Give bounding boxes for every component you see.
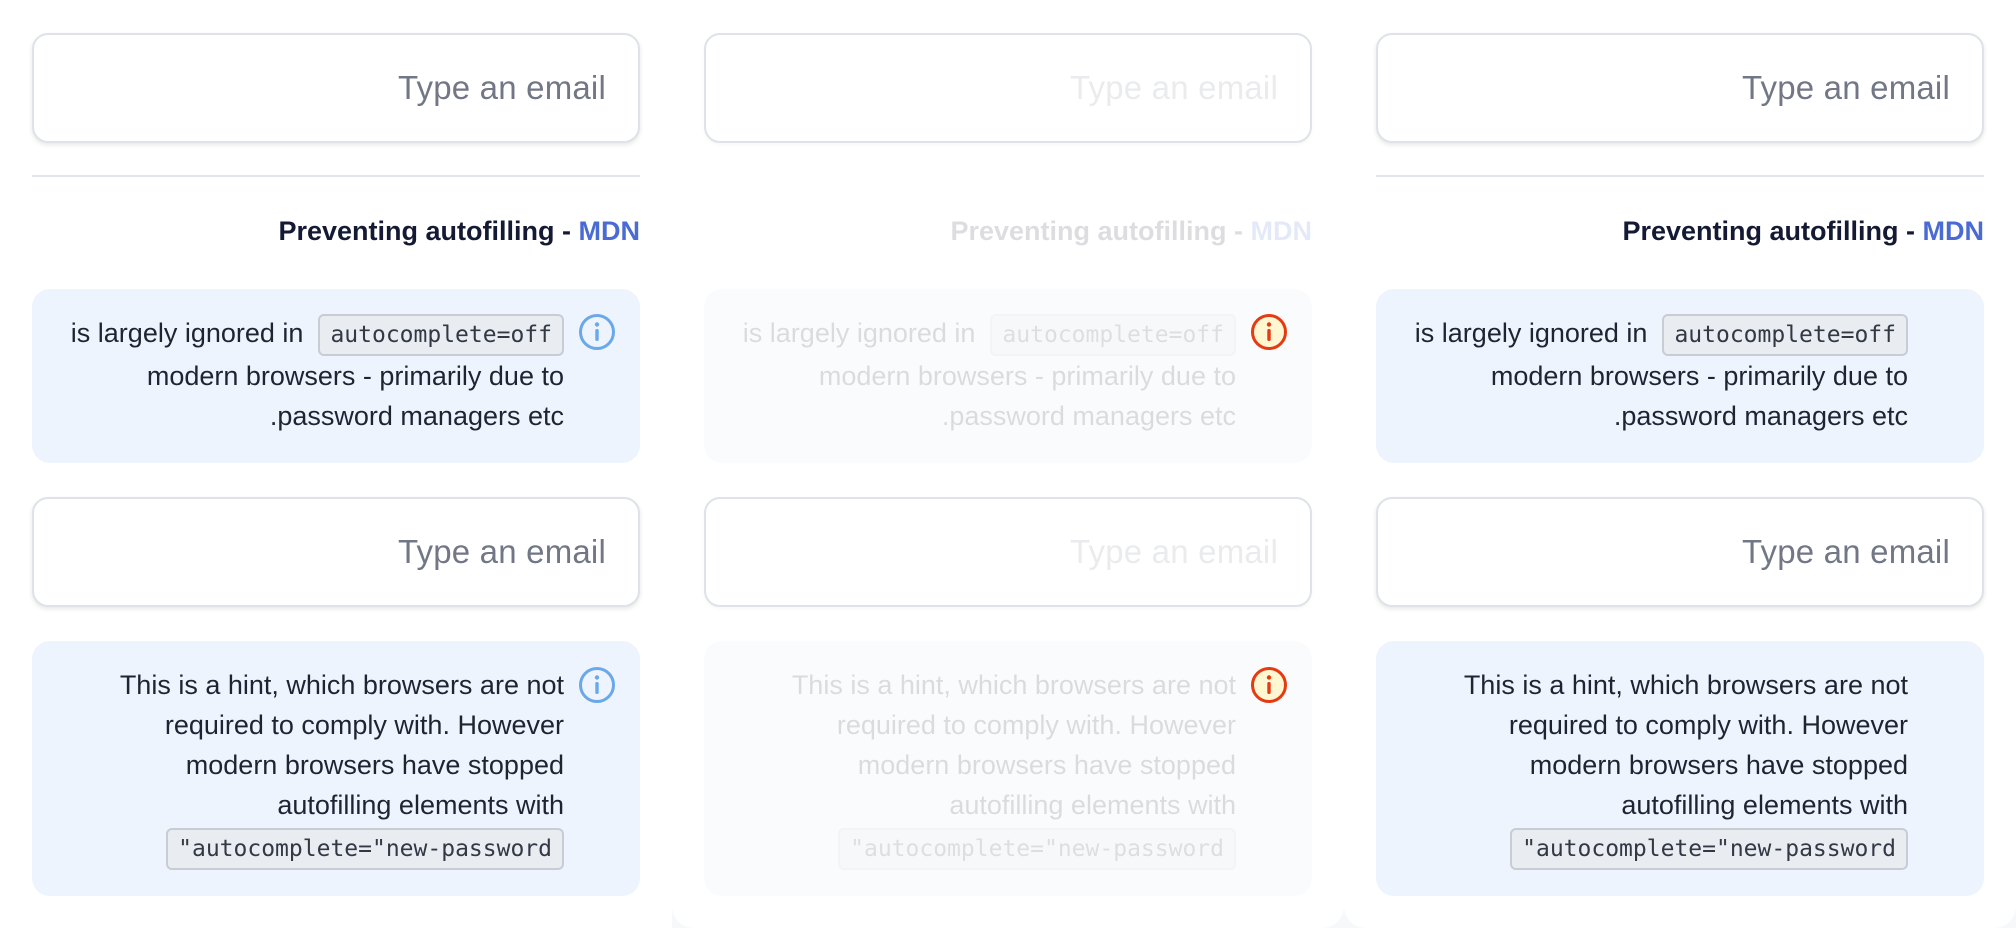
hint-box-new-password: This is a hint, which browsers are not r… xyxy=(1376,641,1984,896)
email-placeholder: Type an email xyxy=(1069,533,1278,570)
hint-box-autocomplete-off: is largely ignored in autocomplete=off m… xyxy=(1376,289,1984,463)
heading-title: Preventing autofilling xyxy=(278,216,555,246)
email-input[interactable]: Type an email xyxy=(32,497,640,607)
code-autocomplete-off: autocomplete=off xyxy=(1662,313,1908,356)
section-heading: Preventing autofilling - MDN xyxy=(704,216,1312,247)
email-input[interactable]: Type an email xyxy=(1376,33,1984,143)
email-input[interactable]: Type an email xyxy=(704,33,1312,143)
hint-text-line: .password managers etc xyxy=(1613,400,1908,431)
hint-text-line: required to comply with. However xyxy=(1508,710,1908,740)
hint-text: is largely ignored in autocomplete=off m… xyxy=(4,313,564,436)
heading-separator: - xyxy=(1233,216,1243,246)
hint-text-line: is largely ignored in xyxy=(70,318,304,348)
hint-text: is largely ignored in autocomplete=off m… xyxy=(1348,313,1908,436)
code-new-password: "autocomplete="new-password xyxy=(1510,827,1908,870)
email-placeholder: Type an email xyxy=(397,533,606,570)
code-autocomplete-off: autocomplete=off xyxy=(318,313,564,356)
hint-text-line: required to comply with. However xyxy=(836,710,1236,740)
hint-text-line: autofilling elements with xyxy=(277,790,564,820)
mdn-link[interactable]: MDN xyxy=(1923,216,1985,246)
hint-text: is largely ignored in autocomplete=off m… xyxy=(676,313,1236,436)
hint-text-line: This is a hint, which browsers are not xyxy=(791,670,1236,700)
hint-text-line: .password managers etc xyxy=(269,400,564,431)
hint-text-line: modern browsers have stopped xyxy=(857,750,1236,780)
warning-circle-icon xyxy=(1251,667,1287,703)
mdn-link[interactable]: MDN xyxy=(579,216,641,246)
email-placeholder: Type an email xyxy=(397,69,606,106)
email-input[interactable]: Type an email xyxy=(704,497,1312,607)
info-circle-icon xyxy=(579,314,615,350)
warning-circle-icon xyxy=(1251,314,1287,350)
panel-disabled: Type an email Preventing autofilling - M… xyxy=(672,0,1344,928)
hint-text-line: required to comply with. However xyxy=(164,710,564,740)
hint-text-line: is largely ignored in xyxy=(1414,318,1648,348)
divider xyxy=(32,175,640,177)
code-new-password: "autocomplete="new-password xyxy=(838,827,1236,870)
heading-separator: - xyxy=(1905,216,1915,246)
hint-text-line: is largely ignored in xyxy=(742,318,976,348)
section-heading: Preventing autofilling - MDN xyxy=(32,216,640,247)
hint-box-autocomplete-off: is largely ignored in autocomplete=off m… xyxy=(32,289,640,463)
hint-box-new-password: This is a hint, which browsers are not r… xyxy=(704,641,1312,896)
hint-box-autocomplete-off: is largely ignored in autocomplete=off m… xyxy=(704,289,1312,463)
heading-title: Preventing autofilling xyxy=(1622,216,1899,246)
hint-text-line: modern browsers - primarily due to xyxy=(818,360,1236,391)
hint-text-line: modern browsers have stopped xyxy=(1529,750,1908,780)
email-input[interactable]: Type an email xyxy=(1376,497,1984,607)
hint-text-line: .password managers etc xyxy=(941,400,1236,431)
hint-text-line: modern browsers - primarily due to xyxy=(1490,360,1908,391)
hint-text-line: modern browsers have stopped xyxy=(185,750,564,780)
hint-text: This is a hint, which browsers are not r… xyxy=(716,665,1236,870)
hint-text: This is a hint, which browsers are not r… xyxy=(1388,665,1908,870)
hint-text: This is a hint, which browsers are not r… xyxy=(44,665,564,870)
section-heading: Preventing autofilling - MDN xyxy=(1376,216,1984,247)
info-circle-icon xyxy=(579,667,615,703)
hint-text-line: This is a hint, which browsers are not xyxy=(119,670,564,700)
hint-text-line: This is a hint, which browsers are not xyxy=(1463,670,1908,700)
email-placeholder: Type an email xyxy=(1741,69,1950,106)
hint-text-line: modern browsers - primarily due to xyxy=(146,360,564,391)
heading-separator: - xyxy=(561,216,571,246)
code-new-password: "autocomplete="new-password xyxy=(166,827,564,870)
hint-text-line: autofilling elements with xyxy=(1621,790,1908,820)
heading-title: Preventing autofilling xyxy=(950,216,1227,246)
code-autocomplete-off: autocomplete=off xyxy=(990,313,1236,356)
email-placeholder: Type an email xyxy=(1741,533,1950,570)
panel-no-icon: Type an email Preventing autofilling - M… xyxy=(1344,0,2016,928)
email-input[interactable]: Type an email xyxy=(32,33,640,143)
panel-default: Type an email Preventing autofilling - M… xyxy=(0,0,672,928)
divider xyxy=(1376,175,1984,177)
mdn-link[interactable]: MDN xyxy=(1251,216,1313,246)
hint-box-new-password: This is a hint, which browsers are not r… xyxy=(32,641,640,896)
email-placeholder: Type an email xyxy=(1069,69,1278,106)
hint-text-line: autofilling elements with xyxy=(949,790,1236,820)
